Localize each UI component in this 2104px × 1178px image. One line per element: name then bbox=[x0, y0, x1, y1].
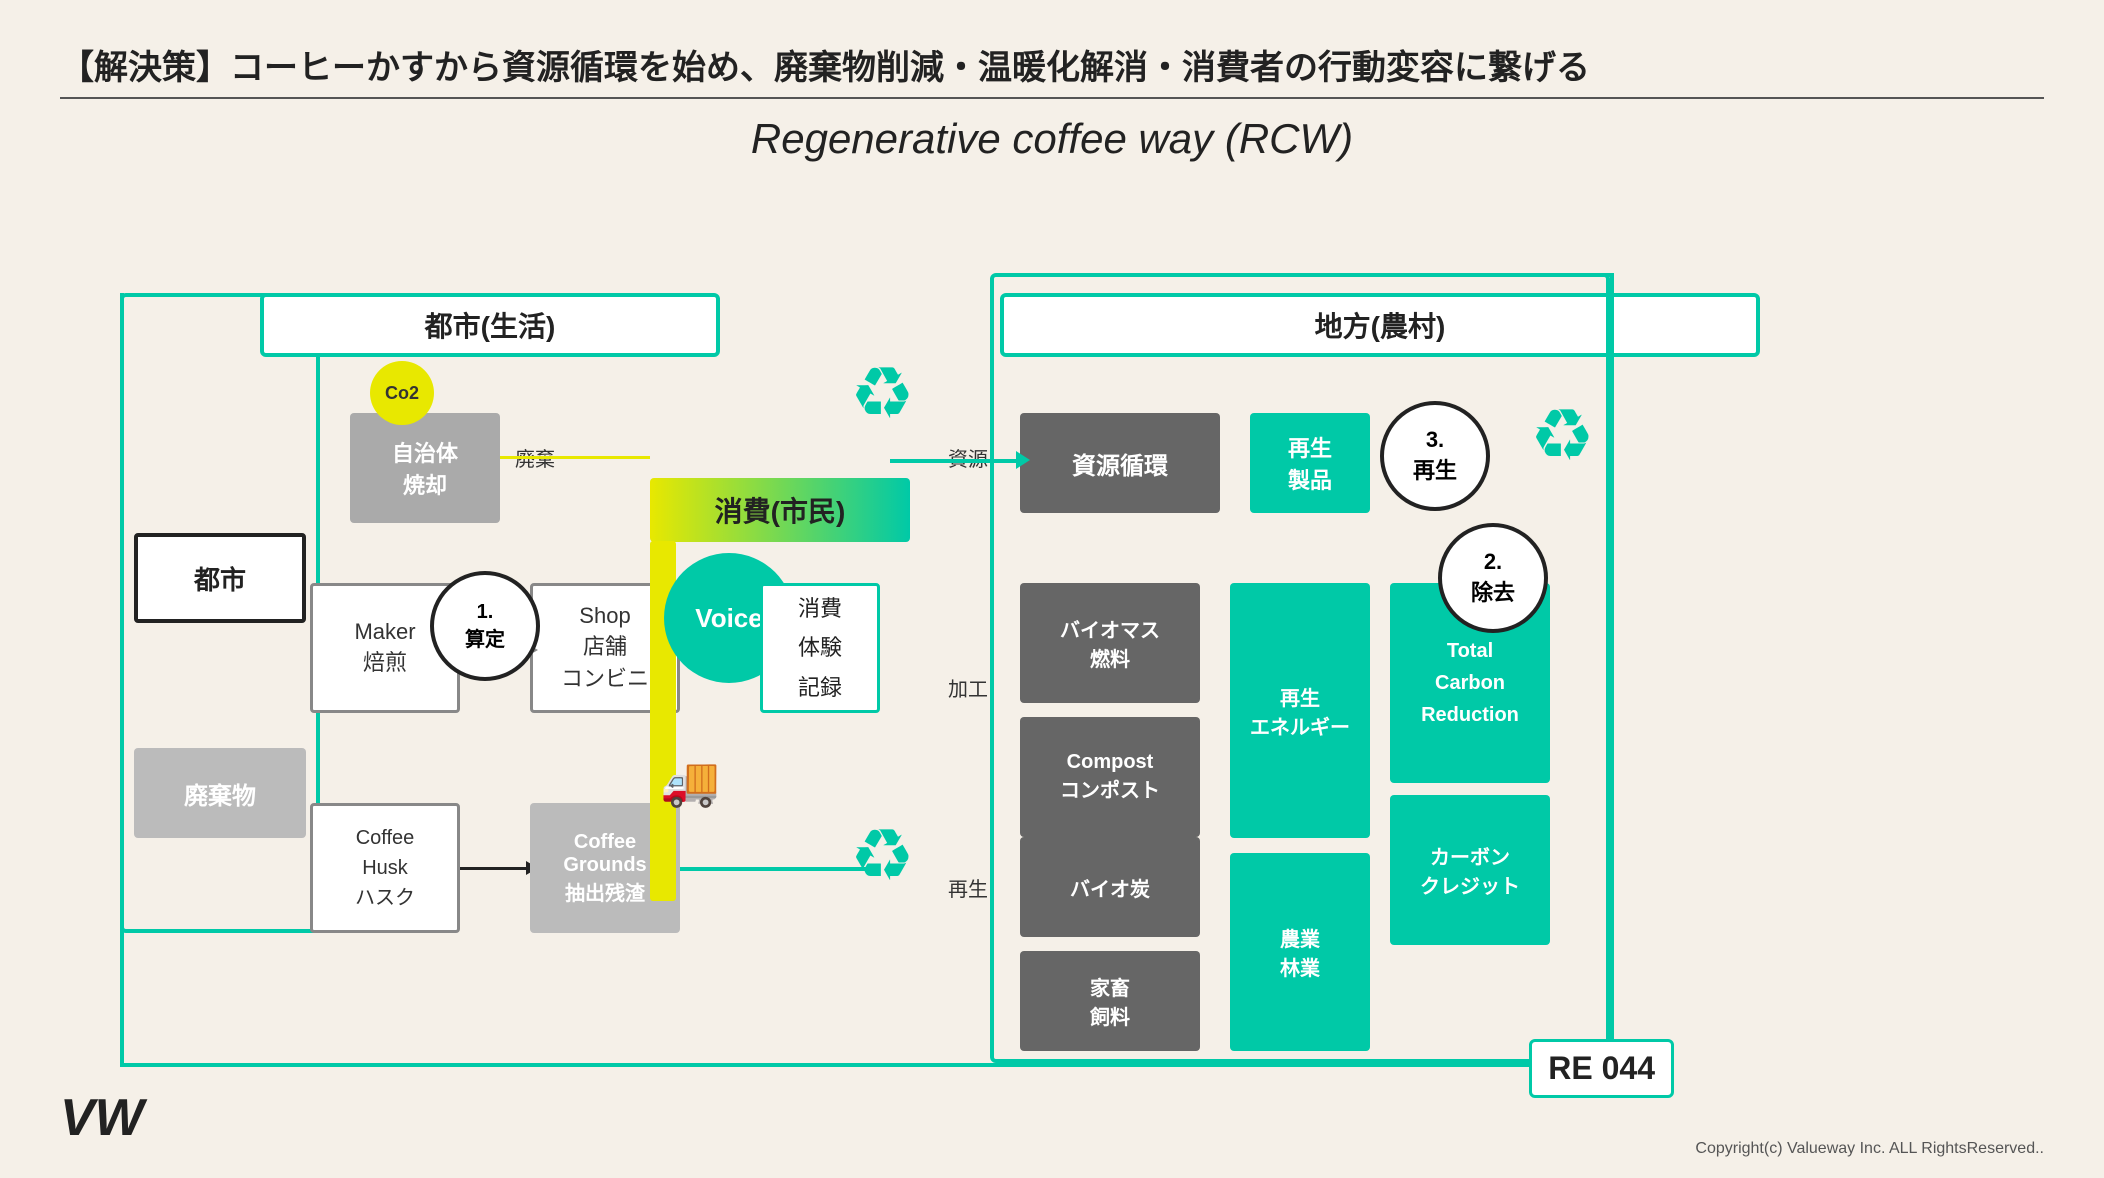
carbon-credit-box: カーボン クレジット bbox=[1390, 795, 1550, 945]
coffee-husk-box: Coffee Husk ハスク bbox=[310, 803, 460, 933]
compost-box: Compost コンポスト bbox=[1020, 717, 1200, 837]
shigen-arrow bbox=[890, 459, 1020, 463]
rural-region-header: 地方(農村) bbox=[1000, 293, 1760, 357]
circle-2-jokyo: 2. 除去 bbox=[1438, 523, 1548, 633]
recycle-icon-bottom: ♻ bbox=[850, 813, 915, 897]
agriculture-box: 農業 林業 bbox=[1230, 853, 1370, 1051]
biomass-box: バイオマス 燃料 bbox=[1020, 583, 1200, 703]
sasei-label: 再生 bbox=[948, 873, 988, 902]
shigen-junkan-box: 資源循環 bbox=[1020, 413, 1220, 513]
logo: VW bbox=[60, 1088, 144, 1148]
bio-char-box: バイオ炭 bbox=[1020, 837, 1200, 937]
recycle-icon-right: ♻ bbox=[1530, 393, 1595, 477]
re-badge: RE 044 bbox=[1529, 1039, 1674, 1098]
consumption-detail-box: 消費 体験 記録 bbox=[760, 583, 880, 713]
main-diagram: 都市 廃棄物 都市(生活) 地方(農村) Co2 自治体 焼却 廃棄 Maker… bbox=[60, 193, 2040, 1113]
page-title: 【解決策】コーヒーかすから資源循環を始め、廃棄物削減・温暖化解消・消費者の行動変… bbox=[60, 40, 2044, 89]
grounds-right-arrow bbox=[680, 867, 880, 871]
husk-to-grounds-arrow bbox=[460, 867, 530, 870]
sasei-seihin-box: 再生 製品 bbox=[1250, 413, 1370, 513]
sasei-energy-box: 再生 エネルギー bbox=[1230, 583, 1370, 838]
recycle-icon-center: ♻ bbox=[850, 351, 915, 435]
consumption-header-box: 消費(市民) bbox=[650, 478, 910, 542]
header-divider bbox=[60, 97, 2044, 99]
city-label-box: 都市 bbox=[134, 533, 306, 623]
shigen-label: 資源 bbox=[948, 443, 988, 472]
waste-label-box: 廃棄物 bbox=[134, 748, 306, 838]
jichitai-box: 自治体 焼却 bbox=[350, 413, 500, 523]
kako-label: 加工 bbox=[948, 673, 988, 702]
circle-3-sasei: 3. 再生 bbox=[1380, 401, 1490, 511]
top-teal-connector bbox=[1386, 273, 1614, 277]
animal-feed-box: 家畜 飼料 bbox=[1020, 951, 1200, 1051]
subtitle: Regenerative coffee way (RCW) bbox=[60, 115, 2044, 163]
haiki-arrow bbox=[500, 456, 650, 459]
right-vertical-teal bbox=[1610, 273, 1614, 1063]
copyright-footer: Copyright(c) Valueway Inc. ALL RightsRes… bbox=[1695, 1140, 2044, 1158]
co2-circle: Co2 bbox=[370, 361, 434, 425]
bottom-teal-connector bbox=[120, 1063, 1610, 1067]
circle-1-santei: 1. 算定 bbox=[430, 571, 540, 681]
truck-icon: 🚚 bbox=[660, 753, 720, 810]
urban-region-header: 都市(生活) bbox=[260, 293, 720, 357]
left-vertical-teal bbox=[120, 293, 124, 1063]
